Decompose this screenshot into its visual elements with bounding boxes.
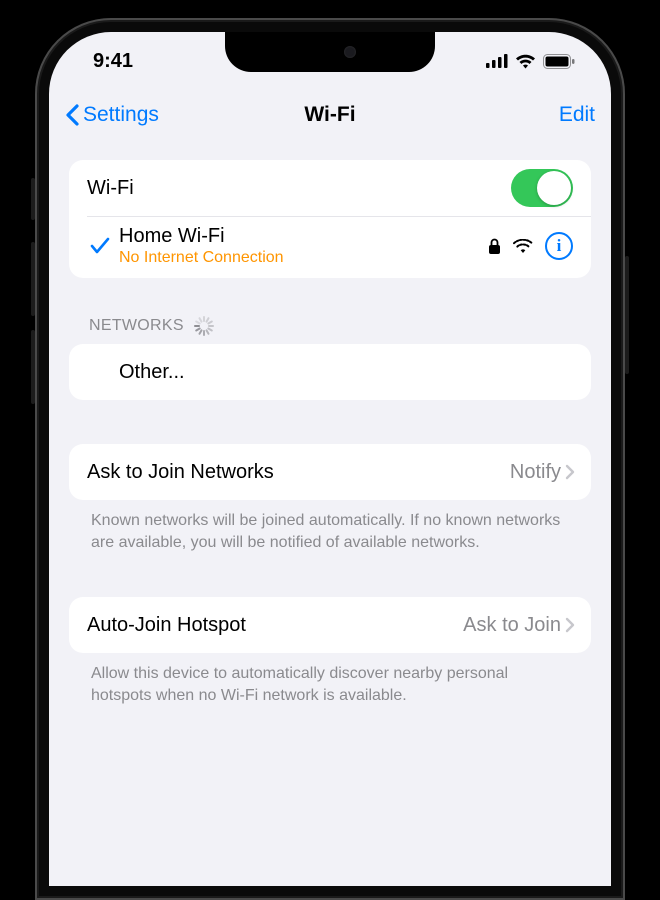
- ask-join-label: Ask to Join Networks: [87, 461, 274, 484]
- network-name: Home Wi-Fi: [119, 224, 284, 248]
- auto-hotspot-group: Auto-Join Hotspot Ask to Join: [69, 597, 591, 653]
- networks-header-label: NETWORKS: [89, 317, 184, 335]
- volume-up-button: [31, 242, 35, 316]
- wifi-toggle-row: Wi-Fi: [69, 160, 591, 216]
- info-icon[interactable]: i: [545, 232, 573, 260]
- cellular-icon: [486, 54, 508, 68]
- volume-down-button: [31, 330, 35, 404]
- networks-header: NETWORKS: [69, 278, 591, 344]
- chevron-left-icon: [65, 104, 79, 126]
- spinner-icon: [194, 316, 214, 336]
- power-button: [625, 256, 629, 374]
- wifi-status-icon: [515, 54, 536, 69]
- wifi-group: Wi-Fi Home Wi-Fi No Internet Connection: [69, 160, 591, 278]
- connected-network-row[interactable]: Home Wi-Fi No Internet Connection i: [69, 216, 591, 278]
- chevron-right-icon: [565, 617, 575, 633]
- other-network-row[interactable]: Other...: [69, 344, 591, 400]
- ask-join-value: Notify: [510, 461, 561, 484]
- other-network-label: Other...: [119, 361, 185, 384]
- network-status: No Internet Connection: [119, 248, 284, 267]
- auto-hotspot-value: Ask to Join: [463, 614, 561, 637]
- nav-bar: Settings Wi-Fi Edit: [49, 90, 611, 140]
- ask-join-row[interactable]: Ask to Join Networks Notify: [69, 444, 591, 500]
- networks-group: Other...: [69, 344, 591, 400]
- auto-hotspot-footer: Allow this device to automatically disco…: [69, 653, 591, 706]
- screen: 9:41 Settings Wi-Fi Edit: [49, 32, 611, 886]
- mute-switch: [31, 178, 35, 220]
- wifi-toggle[interactable]: [511, 169, 573, 207]
- back-label: Settings: [83, 103, 159, 127]
- auto-hotspot-label: Auto-Join Hotspot: [87, 614, 246, 637]
- status-time: 9:41: [93, 50, 133, 73]
- lock-icon: [488, 238, 501, 255]
- wifi-toggle-label: Wi-Fi: [87, 177, 134, 200]
- battery-icon: [543, 54, 575, 69]
- ask-join-footer: Known networks will be joined automatica…: [69, 500, 591, 553]
- notch: [225, 32, 435, 72]
- phone-frame: 9:41 Settings Wi-Fi Edit: [35, 18, 625, 900]
- wifi-signal-icon: [513, 239, 533, 254]
- front-camera: [344, 46, 356, 58]
- checkmark-icon: [87, 237, 113, 255]
- auto-hotspot-row[interactable]: Auto-Join Hotspot Ask to Join: [69, 597, 591, 653]
- back-button[interactable]: Settings: [65, 103, 159, 127]
- ask-join-group: Ask to Join Networks Notify: [69, 444, 591, 500]
- edit-button[interactable]: Edit: [559, 103, 595, 127]
- chevron-right-icon: [565, 464, 575, 480]
